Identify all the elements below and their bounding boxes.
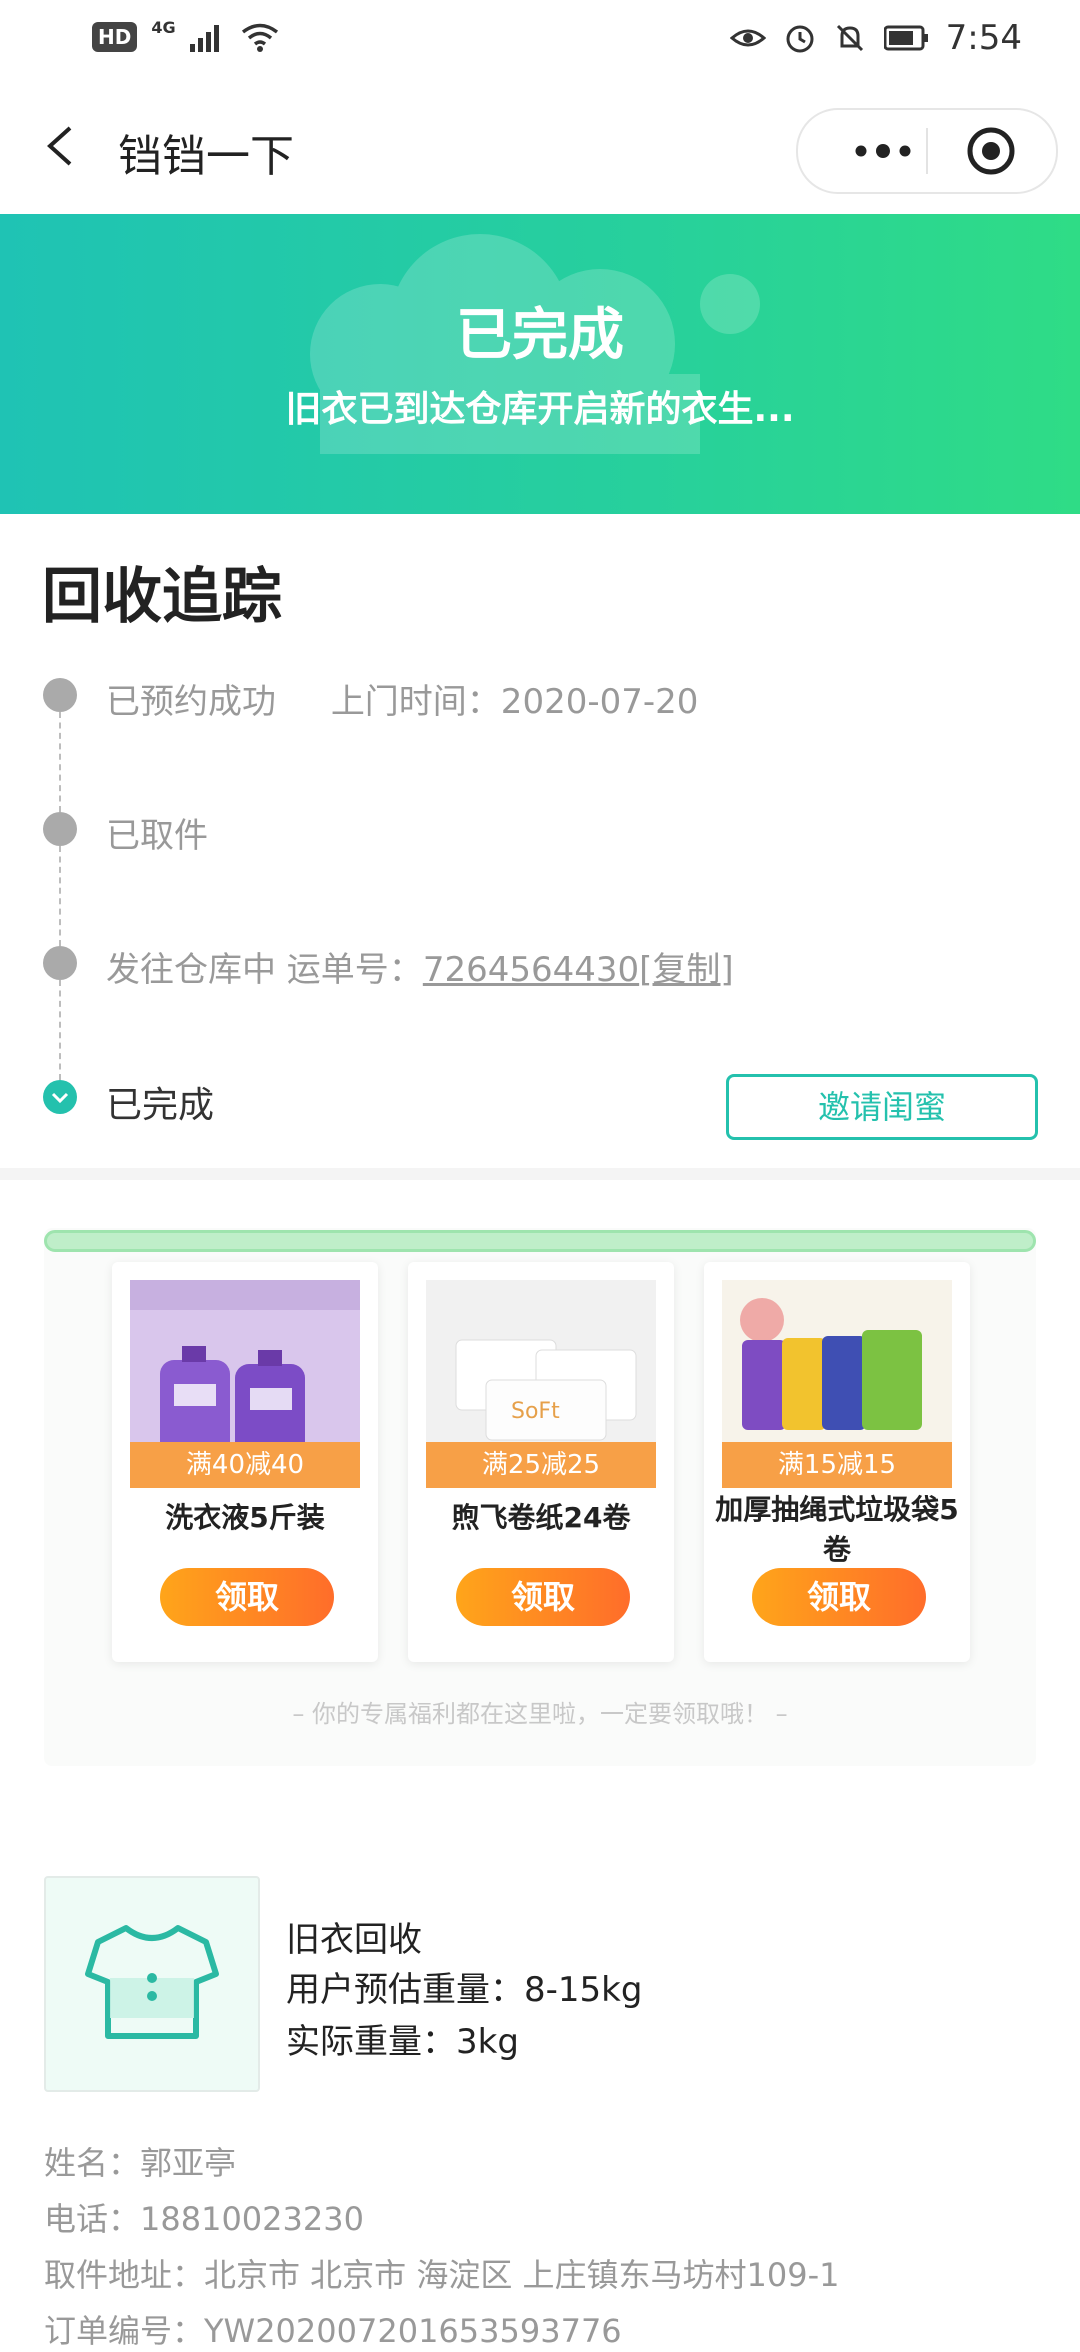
coupon-card[interactable]: 满15减15 加厚抽绳式垃圾袋5卷 领取 <box>704 1262 970 1662</box>
capsule-divider <box>926 128 928 174</box>
item-name: 旧衣回收 <box>286 1920 422 1960</box>
step-dot <box>43 678 77 712</box>
claim-button[interactable]: 领取 <box>752 1568 926 1626</box>
product-name: 加厚抽绳式垃圾袋5卷 <box>715 1493 959 1566</box>
title-bar: 铛铛一下 <box>0 84 1080 214</box>
coupon-tip: – 你的专属福利都在这里啦，一定要领取哦！ – <box>292 1700 788 1728</box>
tshirt-icon <box>85 1925 219 2039</box>
mini-program-capsule <box>796 108 1058 194</box>
completed-check-icon <box>43 1080 77 1114</box>
step-booked: 已预约成功 上门时间：2020-07-20 <box>106 674 698 723</box>
estimated-weight: 用户预估重量：8-15kg <box>286 1970 643 2010</box>
more-icon[interactable] <box>836 136 930 166</box>
waybill-number[interactable]: 7264564430 <box>423 950 639 990</box>
network-label: 4G <box>151 17 176 37</box>
contact-phone: 电话：18810023230 <box>44 2200 364 2238</box>
mute-icon <box>836 24 863 52</box>
status-left: HD 4G <box>92 18 280 52</box>
status-bar: HD 4G 7:54 <box>0 0 1080 84</box>
step-connector <box>59 980 61 1080</box>
step-label: 发往仓库中 运单号： <box>106 950 423 990</box>
detergent-product-image <box>130 1280 360 1458</box>
banner-subtitle: 旧衣已到达仓库开启新的衣生... <box>285 389 795 430</box>
step-connector <box>59 846 61 946</box>
status-banner: 已完成 旧衣已到达仓库开启新的衣生... <box>0 214 1080 514</box>
tracking-title: 回收追踪 <box>42 562 282 632</box>
coupon-card[interactable]: 满40减40 洗衣液5斤装 领取 <box>112 1262 378 1662</box>
order-number: 订单编号：YW20200720165359377​6 <box>44 2312 622 2350</box>
eye-icon <box>729 29 766 47</box>
section-divider <box>0 1168 1080 1180</box>
item-thumbnail <box>44 1876 260 2092</box>
invite-friend-button[interactable]: 邀请闺蜜 <box>726 1074 1038 1140</box>
target-icon[interactable] <box>966 126 1016 176</box>
battery-icon <box>883 25 928 51</box>
step-dot <box>43 812 77 846</box>
pickup-address: 取件地址：北京市 北京市 海淀区 上庄镇东马坊村109-1 <box>44 2256 840 2294</box>
discount-label: 满15减15 <box>722 1442 952 1488</box>
alarm-icon <box>786 25 814 53</box>
claim-button[interactable]: 领取 <box>160 1568 334 1626</box>
step-dot <box>43 946 77 980</box>
actual-weight: 实际重量：3kg <box>286 2022 519 2062</box>
discount-label: 满25减25 <box>426 1442 656 1488</box>
contact-name: 姓名：郭亚亭 <box>44 2144 237 2182</box>
wifi-icon <box>241 23 278 52</box>
coupon-panel-top-bar <box>44 1230 1036 1252</box>
visit-time: 上门时间：2020-07-20 <box>330 682 699 722</box>
copy-link[interactable]: [复制] <box>639 950 734 990</box>
step-completed: 已完成 <box>106 1085 215 1126</box>
step-shipping: 发往仓库中 运单号：7264564430[复制] <box>106 942 734 991</box>
discount-label: 满40减40 <box>130 1442 360 1488</box>
clock: 7:54 <box>945 18 1022 58</box>
step-connector <box>59 712 61 812</box>
step-picked-up: 已取件 <box>106 816 208 856</box>
hd-badge: HD <box>92 22 138 52</box>
coupon-card[interactable]: SoFt 满25减25 煦飞卷纸24卷 领取 <box>408 1262 674 1662</box>
product-name: 煦飞卷纸24卷 <box>451 1501 631 1534</box>
step-label: 已预约成功 <box>106 682 276 722</box>
back-icon[interactable] <box>40 124 84 168</box>
status-right: 7:54 <box>729 18 1022 58</box>
product-name: 洗衣液5斤装 <box>165 1501 325 1534</box>
trash-bag-product-image <box>722 1280 952 1458</box>
signal-icon <box>189 25 219 52</box>
page-title: 铛铛一下 <box>118 131 294 182</box>
svg-text:SoFt: SoFt <box>511 1399 560 1424</box>
claim-button[interactable]: 领取 <box>456 1568 630 1626</box>
banner-title: 已完成 <box>456 303 624 368</box>
tissue-product-image: SoFt <box>426 1280 656 1458</box>
